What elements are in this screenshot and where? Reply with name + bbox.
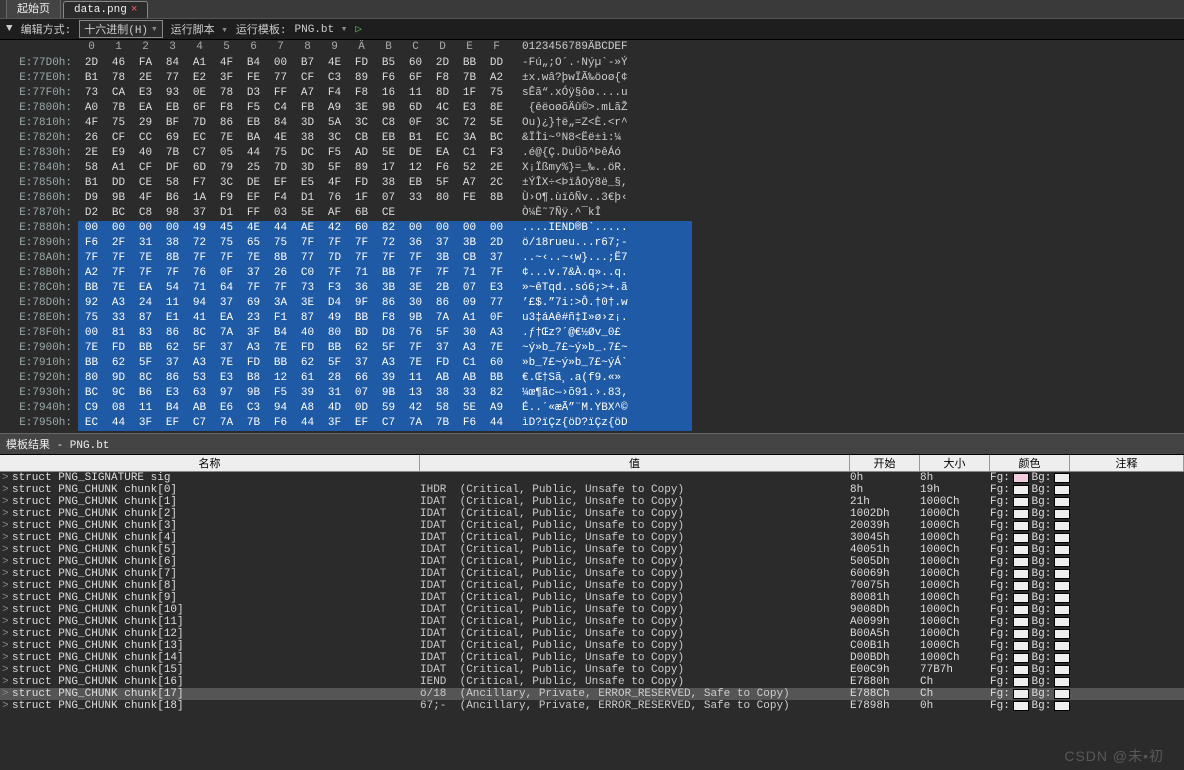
table-row[interactable]: >struct PNG_CHUNK chunk[4]IDAT (Critical… [0,532,1184,544]
hex-header: 0123456789ÄBCDEF 0123456789ÄBCDEF [0,40,1184,54]
hex-row[interactable]: E:7870h:D2BCC89837D1FF035EAF6BCE Ò¼È˜7Ñÿ… [0,206,1184,221]
hex-row[interactable]: E:7940h:C90811B4ABE6C394A84D0D5942585EA9… [0,401,1184,416]
col-note[interactable]: 注释 [1070,455,1184,471]
table-row[interactable]: >struct PNG_CHUNK chunk[17]ö/18 (Ancilla… [0,688,1184,700]
col-name[interactable]: 名称 [0,455,420,471]
edit-label: 编辑方式: [21,21,72,37]
table-row[interactable]: >struct PNG_SIGNATURE sig0h8hFg: Bg: [0,472,1184,484]
table-row[interactable]: >struct PNG_CHUNK chunk[3]IDAT (Critical… [0,520,1184,532]
hex-view[interactable]: E:77D0h:2D46FA84A14FB400B74EFDB5602DBBDD… [0,54,1184,433]
results-tree[interactable]: >struct PNG_SIGNATURE sig0h8hFg: Bg:>str… [0,472,1184,712]
hex-row[interactable]: E:7950h:EC443FEFC77A7BF6443FEFC77A7BF644… [0,416,1184,431]
hex-row[interactable]: E:7840h:58A1CFDF6D79257D3D5F891712F6522E… [0,161,1184,176]
table-row[interactable]: >struct PNG_CHUNK chunk[16]IEND (Critica… [0,676,1184,688]
hex-row[interactable]: E:7880h:0000000049454E44AE42608200000000… [0,221,1184,236]
toolbar: ▼ 编辑方式: 十六进制(H) 运行脚本 ▾ 运行模板: PNG.bt ▾ ▷ [0,19,1184,40]
table-row[interactable]: >struct PNG_CHUNK chunk[13]IDAT (Critica… [0,640,1184,652]
table-row[interactable]: >struct PNG_CHUNK chunk[10]IDAT (Critica… [0,604,1184,616]
hex-row[interactable]: E:7830h:2EE9407BC7054475DCF5AD5EDEEAC1F3… [0,146,1184,161]
marker-icon: ▼ [6,23,13,35]
col-start[interactable]: 开始 [850,455,920,471]
hex-row[interactable]: E:7930h:BC9CB6E363979BF53931079B13383382… [0,386,1184,401]
table-row[interactable]: >struct PNG_CHUNK chunk[9]IDAT (Critical… [0,592,1184,604]
hex-row[interactable]: E:7890h:F62F3138727565757F7F7F7236373B2D… [0,236,1184,251]
hex-row[interactable]: E:7800h:A07BEAEB6FF8F5C4FBA93E9B6D4CE38E… [0,101,1184,116]
hex-row[interactable]: E:7900h:7EFDBB625F37A37EFDBB625F7F37A37E… [0,341,1184,356]
hex-row[interactable]: E:78B0h:A27F7F7F760F3726C07F71BB7F7F717F… [0,266,1184,281]
hex-row[interactable]: E:7850h:B1DDCE58F73CDEEFE54FFD38EB5FA72C… [0,176,1184,191]
hex-row[interactable]: E:7860h:D99B4FB61AF9EFF4D1761F073380FE8B… [0,191,1184,206]
hex-row[interactable]: E:7820h:26CFCC69EC7EBA4E383CCBEBB1EC3ABC… [0,131,1184,146]
tab-start[interactable]: 起始页 [6,0,61,18]
hex-row[interactable]: E:7810h:4F7529BF7D86EB843D5A3CC80F3C725E… [0,116,1184,131]
edit-mode-combo[interactable]: 十六进制(H) [79,20,162,38]
table-row[interactable]: >struct PNG_CHUNK chunk[1]IDAT (Critical… [0,496,1184,508]
hex-row[interactable]: E:78C0h:BB7EEA5471647F7F73F3363B3E2B07E3… [0,281,1184,296]
run-script-label[interactable]: 运行脚本 ▾ [171,21,228,37]
table-row[interactable]: >struct PNG_CHUNK chunk[11]IDAT (Critica… [0,616,1184,628]
watermark: CSDN @未•初 [1064,746,1164,766]
table-row[interactable]: >struct PNG_CHUNK chunk[12]IDAT (Critica… [0,628,1184,640]
hex-row[interactable]: E:7910h:BB625F37A37EFDBB625F37A37EFDC160… [0,356,1184,371]
col-value[interactable]: 值 [420,455,850,471]
table-row[interactable]: >struct PNG_CHUNK chunk[5]IDAT (Critical… [0,544,1184,556]
play-icon[interactable]: ▷ [355,22,362,36]
table-row[interactable]: >struct PNG_CHUNK chunk[0]IHDR (Critical… [0,484,1184,496]
template-name[interactable]: PNG.bt ▾ [295,22,348,36]
run-template-label: 运行模板: [236,21,287,37]
hex-row[interactable]: E:7920h:809D8C8653E3B8126128663911ABABBB… [0,371,1184,386]
hex-row[interactable]: E:77D0h:2D46FA84A14FB400B74EFDB5602DBBDD… [0,56,1184,71]
table-row[interactable]: >struct PNG_CHUNK chunk[18]67;- (Ancilla… [0,700,1184,712]
hex-row[interactable]: E:77F0h:73CAE3930E78D3FFA7F4F816118D1F75… [0,86,1184,101]
table-row[interactable]: >struct PNG_CHUNK chunk[14]IDAT (Critica… [0,652,1184,664]
hex-row[interactable]: E:77E0h:B1782E77E23FFE77CFC389F66FF87BA2… [0,71,1184,86]
col-color[interactable]: 颜色 [990,455,1070,471]
table-row[interactable]: >struct PNG_CHUNK chunk[8]IDAT (Critical… [0,580,1184,592]
table-row[interactable]: >struct PNG_CHUNK chunk[6]IDAT (Critical… [0,556,1184,568]
hex-row[interactable]: E:78E0h:753387E141EA23F18749BBF89B7AA10F… [0,311,1184,326]
close-icon[interactable]: × [131,4,138,16]
tab-bar: 起始页 data.png× [0,0,1184,19]
results-header: 名称 值 开始 大小 颜色 注释 [0,455,1184,472]
results-title: 模板结果 - PNG.bt [0,433,1184,455]
col-size[interactable]: 大小 [920,455,990,471]
hex-row[interactable]: E:78D0h:92A324119437693A3ED49F8630860977… [0,296,1184,311]
tab-file[interactable]: data.png× [63,1,148,18]
table-row[interactable]: >struct PNG_CHUNK chunk[7]IDAT (Critical… [0,568,1184,580]
hex-row[interactable]: E:78A0h:7F7F7E8B7F7F7E8B777D7F7F7F3BCB37… [0,251,1184,266]
hex-row[interactable]: E:78F0h:008183868C7A3FB44080BDD8765F30A3… [0,326,1184,341]
table-row[interactable]: >struct PNG_CHUNK chunk[15]IDAT (Critica… [0,664,1184,676]
table-row[interactable]: >struct PNG_CHUNK chunk[2]IDAT (Critical… [0,508,1184,520]
